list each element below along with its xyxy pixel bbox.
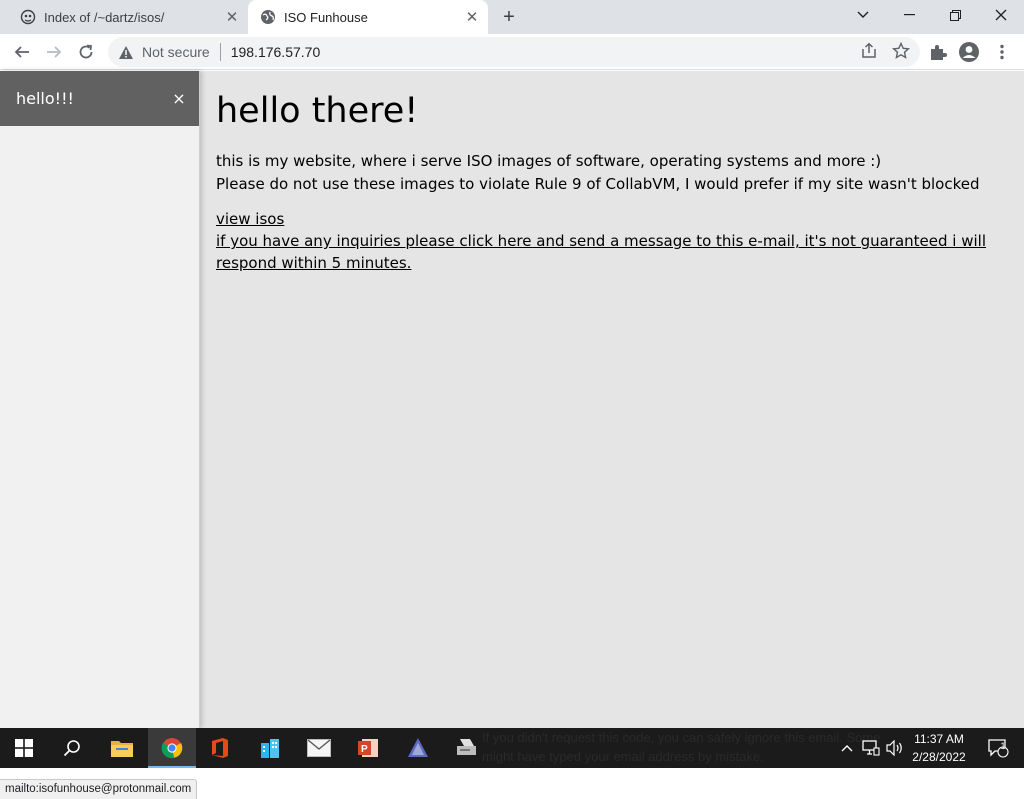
close-tab-icon[interactable]: ✕ <box>222 7 242 27</box>
contact-email-link[interactable]: if you have any inquiries please click h… <box>216 230 1006 274</box>
omnibox-actions <box>860 41 911 63</box>
svg-text:P: P <box>361 744 368 755</box>
warning-triangle-icon[interactable] <box>118 44 134 60</box>
link-list: view isos if you have any inquiries plea… <box>216 208 1006 274</box>
volume-icon[interactable] <box>884 728 906 768</box>
new-tab-button[interactable]: + <box>497 5 521 29</box>
tab-strip: Index of /~dartz/isos/ ✕ ISO Funhouse ✕ … <box>0 0 1024 34</box>
sidebar-close-button[interactable]: × <box>171 89 187 108</box>
tab-title: ISO Funhouse <box>284 9 368 25</box>
start-button[interactable] <box>0 728 48 768</box>
reload-button[interactable] <box>72 38 100 66</box>
sidebar-panel: hello!!! × <box>0 71 200 728</box>
show-hidden-icons-chevron-icon[interactable] <box>836 728 858 768</box>
sidebar-header: hello!!! × <box>0 71 199 126</box>
url-text[interactable]: 198.176.57.70 <box>231 44 321 60</box>
restore-button[interactable] <box>932 0 978 30</box>
profile-avatar-icon[interactable] <box>957 40 981 64</box>
browser-toolbar: Not secure 198.176.57.70 <box>0 34 1024 70</box>
tab-iso-funhouse[interactable]: ISO Funhouse ✕ <box>248 0 488 34</box>
share-icon[interactable] <box>860 42 878 63</box>
sidebar-title: hello!!! <box>16 89 74 108</box>
link-status-bubble: mailto:isofunhouse@protonmail.com <box>0 779 198 799</box>
tab-index-of-isos[interactable]: Index of /~dartz/isos/ ✕ <box>8 0 248 34</box>
view-isos-link[interactable]: view isos <box>216 208 1006 230</box>
close-tab-icon[interactable]: ✕ <box>462 7 482 27</box>
buildings-app-icon[interactable] <box>246 728 294 768</box>
page-heading: hello there! <box>216 91 419 131</box>
mail-icon[interactable] <box>295 728 343 768</box>
windows-taskbar: P If you didn't request this code, you c… <box>0 728 1024 768</box>
search-icon[interactable] <box>48 728 96 768</box>
kebab-menu-icon[interactable] <box>990 40 1014 64</box>
clock-time: 11:37 AM <box>914 732 964 746</box>
triangle-app-icon[interactable] <box>394 728 442 768</box>
close-window-button[interactable] <box>978 0 1024 30</box>
not-secure-label[interactable]: Not secure <box>142 44 210 60</box>
notification-count-badge: 1 <box>1000 741 1006 751</box>
web-page: hello!!! × hello there! this is my websi… <box>0 71 1024 799</box>
chrome-taskbar-icon[interactable] <box>148 728 196 768</box>
tab-search-chevron-icon[interactable] <box>840 0 886 30</box>
office-icon[interactable] <box>196 728 244 768</box>
action-center-button[interactable]: 1 <box>978 728 1018 768</box>
network-icon[interactable] <box>860 728 882 768</box>
bookmark-star-icon[interactable] <box>891 41 911 63</box>
powerpoint-icon[interactable]: P <box>344 728 392 768</box>
forward-button[interactable] <box>40 38 68 66</box>
minimize-button[interactable] <box>886 0 932 30</box>
intro-text: this is my website, where i serve ISO im… <box>216 150 1006 196</box>
tab-title: Index of /~dartz/isos/ <box>44 9 165 25</box>
address-bar[interactable]: Not secure 198.176.57.70 <box>108 37 920 67</box>
intro-line: Please do not use these images to violat… <box>216 175 980 193</box>
clock-date: 2/28/2022 <box>912 750 966 764</box>
address-divider <box>219 43 221 61</box>
extensions-puzzle-icon[interactable] <box>926 40 950 64</box>
main-content: hello there! this is my website, where i… <box>216 71 1006 274</box>
back-button[interactable] <box>8 38 36 66</box>
file-explorer-icon[interactable] <box>98 728 146 768</box>
system-clock[interactable]: 11:37 AM 2/28/2022 <box>904 730 974 766</box>
apache-feather-icon <box>20 9 36 25</box>
globe-icon <box>260 9 276 25</box>
intro-line: this is my website, where i serve ISO im… <box>216 152 882 170</box>
